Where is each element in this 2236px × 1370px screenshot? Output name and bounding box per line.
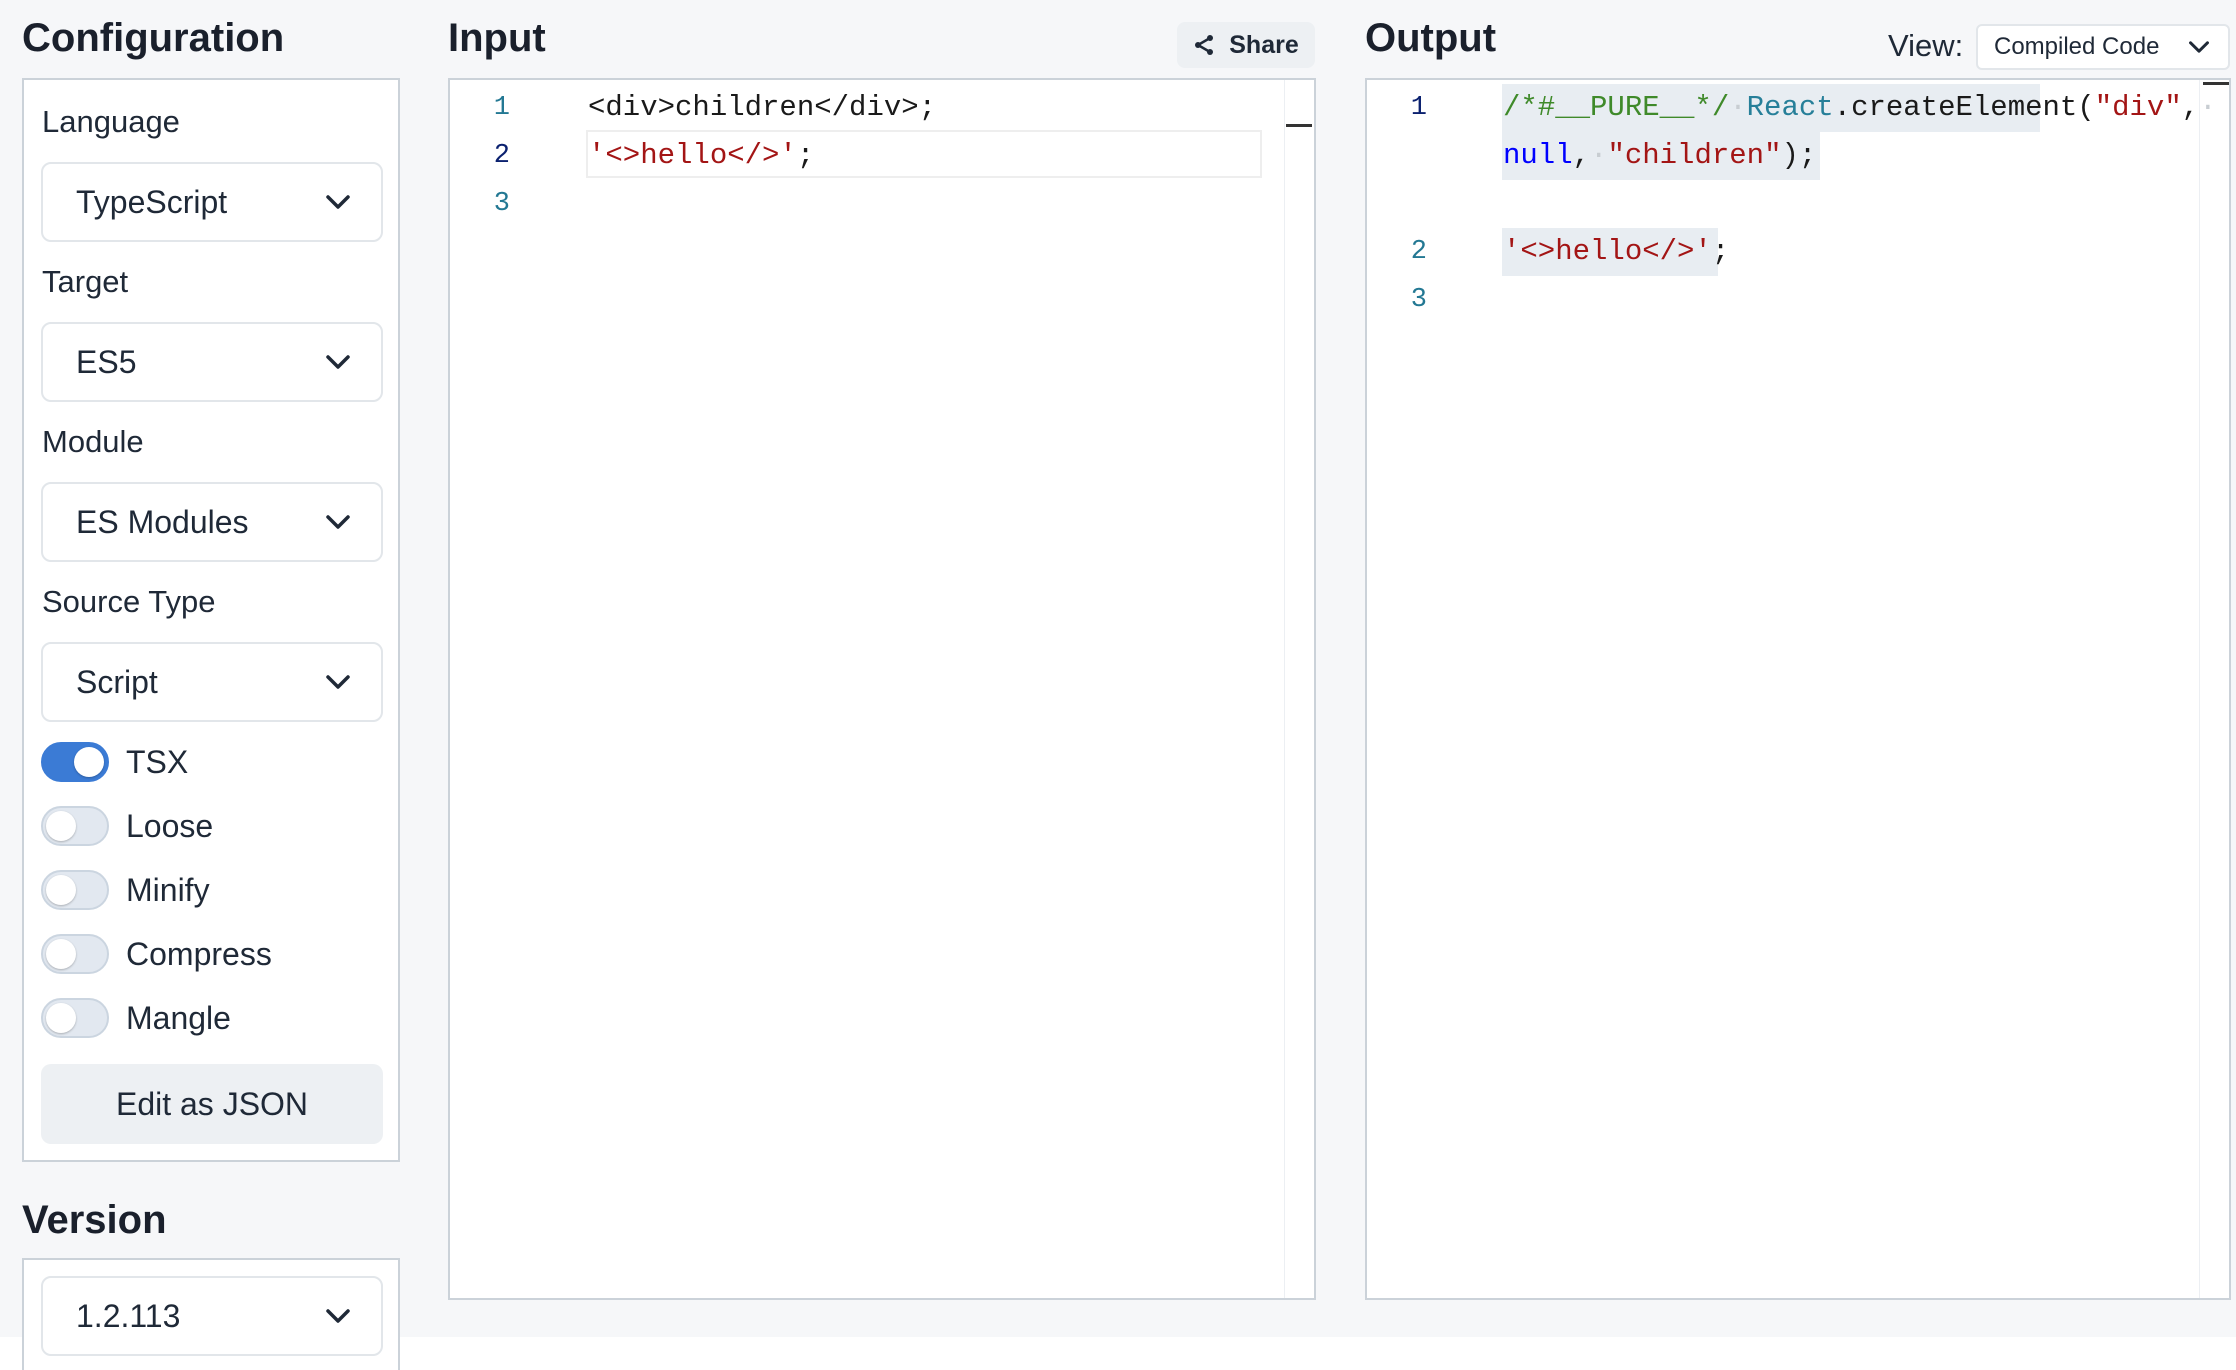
edit-as-json-button[interactable]: Edit as JSON	[41, 1064, 383, 1144]
share-button[interactable]: Share	[1177, 22, 1315, 68]
view-select[interactable]: Compiled Code	[1976, 24, 2230, 70]
overview-ruler-cursor	[1286, 124, 1312, 127]
loose-label: Loose	[126, 807, 214, 844]
loose-switch[interactable]	[41, 806, 109, 846]
toggle-loose[interactable]: Loose	[41, 804, 213, 848]
target-select[interactable]: ES5	[41, 322, 383, 402]
toggle-mangle[interactable]: Mangle	[41, 996, 231, 1040]
chevron-down-icon	[326, 675, 350, 689]
share-icon	[1195, 35, 1214, 55]
line-number: 2	[493, 141, 510, 171]
line-number: 3	[1410, 285, 1427, 315]
language-select[interactable]: TypeScript	[41, 162, 383, 242]
target-select-value: ES5	[76, 343, 137, 380]
source-type-select-value: Script	[76, 663, 158, 700]
input-scrollbar[interactable]	[1284, 80, 1314, 1298]
line-number: 3	[493, 189, 510, 219]
module-label: Module	[42, 424, 144, 459]
mangle-label: Mangle	[126, 999, 231, 1036]
line-number: 2	[1410, 237, 1427, 267]
input-editor[interactable]: 1 2 3 <div>children</div>; '<>hello</>';	[448, 78, 1316, 1300]
view-select-value: Compiled Code	[1994, 33, 2160, 60]
toggle-compress[interactable]: Compress	[41, 932, 272, 976]
overview-ruler-cursor	[2203, 82, 2229, 85]
chevron-down-icon	[326, 195, 350, 209]
chevron-down-icon	[326, 355, 350, 369]
output-scrollbar[interactable]	[2199, 80, 2229, 1298]
target-label: Target	[42, 264, 129, 299]
source-type-label: Source Type	[42, 584, 216, 619]
compress-switch[interactable]	[41, 934, 109, 974]
code-line: <div>children</div>;	[588, 91, 937, 124]
module-select-value: ES Modules	[76, 503, 249, 540]
compress-label: Compress	[126, 935, 272, 972]
source-type-select[interactable]: Script	[41, 642, 383, 722]
code-line: '<>hello</>';	[588, 139, 815, 172]
share-label: Share	[1229, 30, 1299, 59]
version-select[interactable]: 1.2.113	[41, 1276, 383, 1356]
configuration-panel: Language TypeScript Target ES5 Module ES…	[22, 78, 400, 1162]
language-label: Language	[42, 104, 180, 139]
version-select-value: 1.2.113	[76, 1297, 181, 1334]
line-number: 1	[1410, 93, 1427, 123]
minify-switch[interactable]	[41, 870, 109, 910]
tsx-label: TSX	[126, 743, 189, 780]
toggle-minify[interactable]: Minify	[41, 868, 210, 912]
output-title: Output	[1365, 16, 1497, 60]
line-number: 1	[493, 93, 510, 123]
input-title: Input	[448, 16, 546, 60]
module-select[interactable]: ES Modules	[41, 482, 383, 562]
chevron-down-icon	[326, 515, 350, 529]
view-label: View:	[1888, 28, 1964, 63]
code-line: null,·"children");	[1503, 139, 1817, 172]
minify-label: Minify	[126, 871, 210, 908]
code-line: '<>hello</>';	[1503, 235, 1730, 268]
chevron-down-icon	[2189, 41, 2209, 53]
output-editor[interactable]: 1 2 3 /*#__PURE__*/·React.createElement(…	[1365, 78, 2231, 1300]
chevron-down-icon	[326, 1309, 350, 1323]
configuration-title: Configuration	[22, 16, 285, 60]
mangle-switch[interactable]	[41, 998, 109, 1038]
language-select-value: TypeScript	[76, 183, 228, 220]
code-line: /*#__PURE__*/·React.createElement("div",…	[1503, 91, 2217, 124]
version-panel: 1.2.113	[22, 1258, 400, 1370]
toggle-tsx[interactable]: TSX	[41, 740, 188, 784]
tsx-switch[interactable]	[41, 742, 109, 782]
version-title: Version	[22, 1198, 167, 1242]
